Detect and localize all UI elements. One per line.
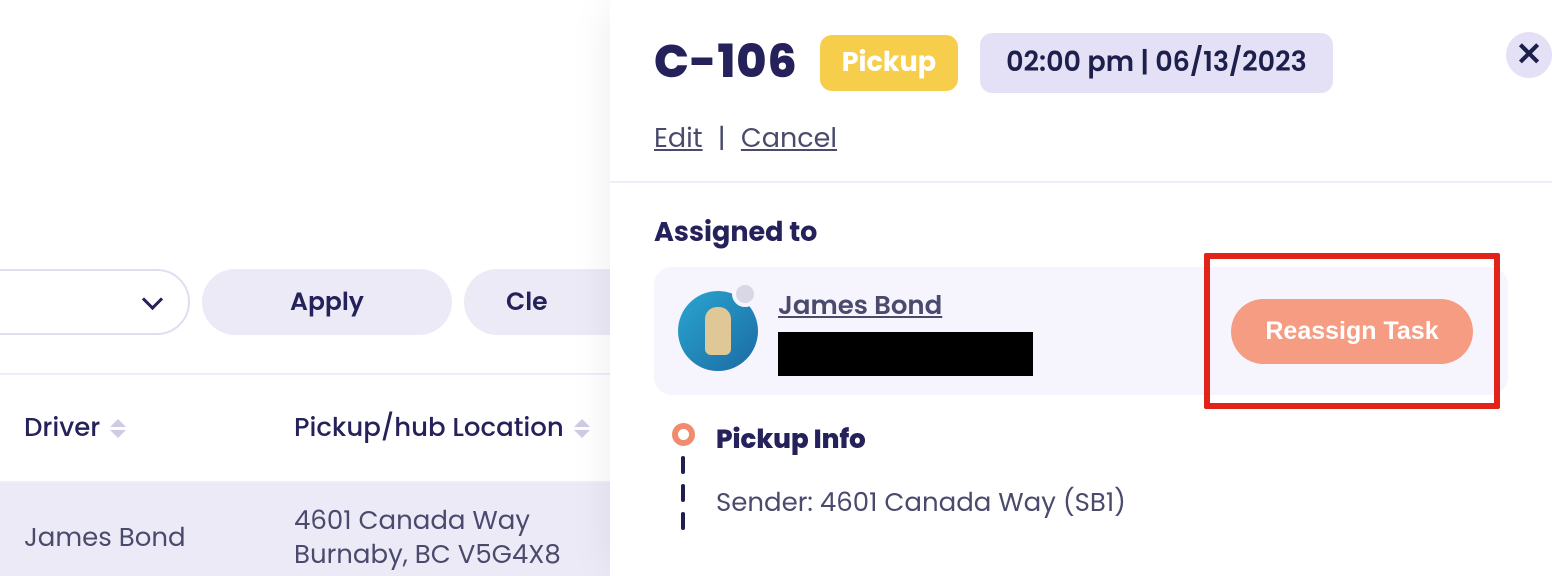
sort-icon [110,419,126,438]
redacted-field [778,332,1033,376]
chevron-down-icon [142,288,163,309]
reassign-task-button[interactable]: Reassign Task [1231,299,1472,364]
col-location-label: Pickup/hub Location [294,409,564,448]
task-id: C-106 [654,28,798,97]
assignee-name-link[interactable]: James Bond [778,287,1033,326]
table-header: Driver Pickup/hub Location [0,373,615,483]
task-datetime-badge: 02:00 pm | 06/13/2023 [980,33,1333,93]
timeline [668,421,698,530]
clear-label: Cle [506,283,548,321]
close-button[interactable]: ✕ [1506,32,1552,78]
col-header-location[interactable]: Pickup/hub Location [294,409,590,448]
apply-button[interactable]: Apply [202,269,452,335]
task-type-badge: Pickup [820,35,958,91]
table-row[interactable]: James Bond 4601 Canada Way Burnaby, BC V… [0,483,615,576]
reassign-highlight-box: Reassign Task [1204,253,1500,409]
status-indicator [732,281,758,307]
sort-icon [574,419,590,438]
pickup-info-title: Pickup Info [716,421,1126,460]
cell-location: 4601 Canada Way Burnaby, BC V5G4X8 [294,505,561,573]
location-line1: 4601 Canada Way [294,505,561,539]
pickup-sender-line: Sender: 4601 Canada Way (SB1) [716,484,1126,523]
col-driver-label: Driver [24,409,100,448]
assignee-card: James Bond Reassign Task [654,267,1508,395]
close-icon: ✕ [1516,39,1543,71]
col-header-driver[interactable]: Driver [24,409,294,448]
timeline-node-icon [672,423,695,446]
cancel-link[interactable]: Cancel [741,120,837,157]
location-line2: Burnaby, BC V5G4X8 [294,539,561,573]
separator: | [718,120,726,157]
filters-dropdown[interactable] [0,269,190,335]
task-detail-panel: C-106 Pickup 02:00 pm | 06/13/2023 ✕ Edi… [610,0,1552,576]
edit-link[interactable]: Edit [654,120,703,157]
cell-driver: James Bond [24,519,294,558]
apply-label: Apply [290,283,364,321]
